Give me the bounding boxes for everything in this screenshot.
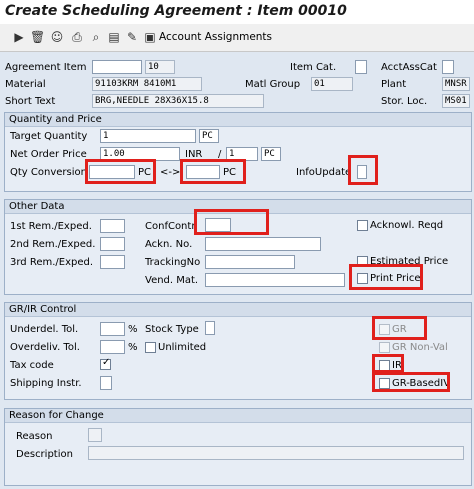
plant-field[interactable]: MNSR <box>442 77 470 91</box>
rem3-label: 3rd Rem./Exped. <box>10 257 94 268</box>
stock-type-label: Stock Type <box>145 324 199 335</box>
description-field[interactable] <box>88 446 464 460</box>
rem2-label: 2nd Rem./Exped. <box>10 239 96 250</box>
item-cat-field[interactable] <box>355 60 367 74</box>
overdeliv-percent: % <box>128 342 138 353</box>
tracking-no-label: TrackingNo <box>145 257 201 268</box>
acct-ass-cat-label: AcctAssCat <box>381 62 437 73</box>
print-icon[interactable]: ⎙ <box>70 30 84 44</box>
highlight-qty-conversion-denominator <box>180 159 246 184</box>
document-icon[interactable]: ▤ <box>107 30 121 44</box>
info-update-label: InfoUpdate <box>296 167 352 178</box>
ackn-no-label: Ackn. No. <box>145 239 193 250</box>
overdeliv-tol-label: Overdeliv. Tol. <box>10 342 80 353</box>
account-assignment-icon[interactable]: ▣ <box>143 30 157 44</box>
edit-icon[interactable]: ✎ <box>125 30 139 44</box>
acknowl-reqd-label: Acknowl. Reqd <box>370 220 444 231</box>
account-assignments-button[interactable]: Account Assignments <box>159 31 272 43</box>
toolbar: ▶ 🗑 ☺ ⎙ ⌕ ▤ ✎ ▣ Account Assignments <box>0 24 474 52</box>
description-label: Description <box>16 449 73 460</box>
net-price-label: Net Order Price <box>10 149 87 160</box>
execute-icon[interactable]: ▶ <box>12 30 26 44</box>
target-qty-label: Target Quantity <box>10 131 88 142</box>
gr-nonval-label: GR Non-Val <box>392 342 448 353</box>
highlight-qty-conversion <box>85 159 156 184</box>
qty-conversion-label: Qty Conversion <box>10 167 87 178</box>
tax-code-field[interactable] <box>100 357 111 370</box>
highlight-info-update <box>348 155 378 185</box>
highlight-gr <box>372 316 427 340</box>
gr-nonval-checkbox[interactable] <box>379 342 390 353</box>
acknowl-reqd-checkbox[interactable] <box>357 220 368 231</box>
highlight-print-price <box>349 264 423 290</box>
short-text-label: Short Text <box>5 96 56 107</box>
target-qty-field[interactable]: 1 <box>100 129 196 143</box>
item-number-field[interactable]: 10 <box>145 60 175 74</box>
section-title: Other Data <box>9 201 65 212</box>
vend-mat-label: Vend. Mat. <box>145 275 199 286</box>
tax-code-label: Tax code <box>10 360 54 371</box>
conf-control-label: ConfContr <box>145 221 196 232</box>
section-header: Reason for Change <box>5 409 471 423</box>
page-title: Create Scheduling Agreement : Item 00010 <box>5 3 347 19</box>
material-label: Material <box>5 79 46 90</box>
search-icon[interactable]: ⌕ <box>89 30 103 44</box>
reason-field[interactable] <box>88 428 102 442</box>
order-price-unit[interactable]: PC <box>261 147 281 161</box>
agreement-item-label: Agreement Item <box>5 62 87 73</box>
delete-icon[interactable]: 🗑 <box>30 30 45 44</box>
highlight-conf-control <box>194 209 269 235</box>
section-title: Reason for Change <box>9 410 104 421</box>
highlight-ir <box>372 354 404 373</box>
matl-group-field[interactable]: 01 <box>311 77 353 91</box>
section-title: Quantity and Price <box>9 114 102 125</box>
vend-mat-field[interactable] <box>205 273 345 287</box>
agreement-item-field[interactable] <box>92 60 142 74</box>
conversion-arrow: <-> <box>160 167 181 178</box>
short-text-field[interactable]: BRG,NEEDLE 28X36X15.8 <box>92 94 264 108</box>
unlimited-checkbox[interactable] <box>145 342 156 353</box>
underdel-percent: % <box>128 324 138 335</box>
section-header: GR/IR Control <box>5 303 471 317</box>
unlimited-label: Unlimited <box>158 342 207 353</box>
shipping-instr-field[interactable] <box>100 376 112 390</box>
ackn-no-field[interactable] <box>205 237 321 251</box>
overdeliv-tol-field[interactable] <box>100 340 125 354</box>
target-qty-unit[interactable]: PC <box>199 129 219 143</box>
underdel-tol-field[interactable] <box>100 322 125 336</box>
stock-type-field[interactable] <box>205 321 215 335</box>
shipping-instr-label: Shipping Instr. <box>10 378 82 389</box>
section-title: GR/IR Control <box>9 304 77 315</box>
acct-ass-cat-field[interactable] <box>442 60 454 74</box>
section-header: Quantity and Price <box>5 113 471 127</box>
stor-loc-label: Stor. Loc. <box>381 96 428 107</box>
rem1-field[interactable] <box>100 219 125 233</box>
reason-label: Reason <box>16 431 53 442</box>
underdel-tol-label: Underdel. Tol. <box>10 324 79 335</box>
rem2-field[interactable] <box>100 237 125 251</box>
sap-screen: Create Scheduling Agreement : Item 00010… <box>0 0 474 489</box>
stor-loc-field[interactable]: MS01 <box>442 94 470 108</box>
rem1-label: 1st Rem./Exped. <box>10 221 92 232</box>
tracking-no-field[interactable] <box>205 255 295 269</box>
highlight-gr-based-iv <box>372 372 450 392</box>
rem3-field[interactable] <box>100 255 125 269</box>
item-cat-label: Item Cat. <box>290 62 337 73</box>
matl-group-label: Matl Group <box>245 79 301 90</box>
material-field[interactable]: 91103KRM 8410M1 <box>92 77 202 91</box>
title-bar: Create Scheduling Agreement : Item 00010 <box>0 0 474 24</box>
plant-label: Plant <box>381 79 407 90</box>
partner-icon[interactable]: ☺ <box>50 30 64 44</box>
